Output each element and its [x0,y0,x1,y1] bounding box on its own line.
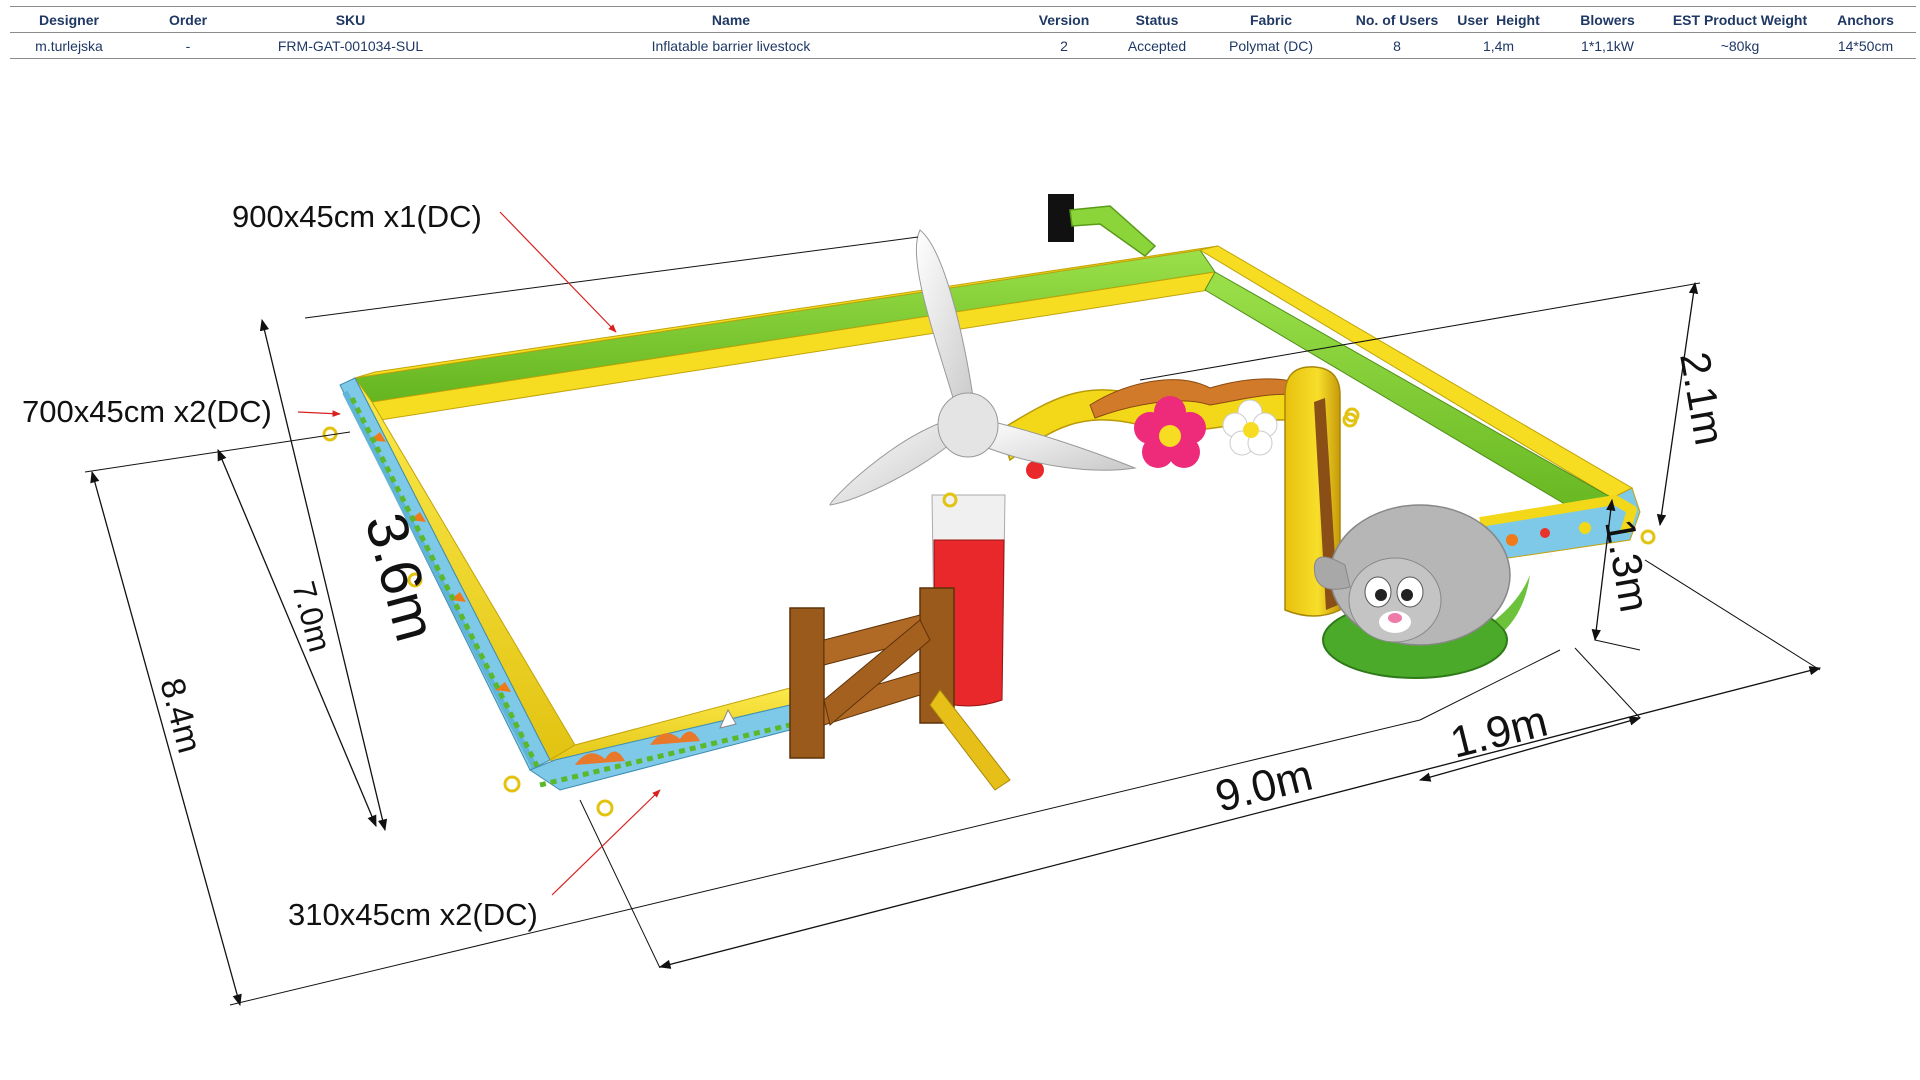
blower-unit [1048,194,1074,242]
blower [1048,194,1157,257]
blower-tube [1069,205,1157,257]
dim-height-total: 2.1m [1671,348,1734,448]
callout-leader-side [297,410,341,417]
anchor-ring [596,799,614,817]
anchor-ring [503,775,521,793]
dim-depth-outer: 8.4m [152,674,208,757]
callout-top-tube: 900x45cm x1(DC) [232,199,482,234]
callout-leader-top [499,211,617,333]
flower-arch [999,366,1358,617]
back-wall-green [355,250,1215,402]
callout-side-tube: 700x45cm x2(DC) [22,394,272,429]
callout-front-tube: 310x45cm x2(DC) [288,897,538,932]
dim-length-front: 9.0m [1211,750,1318,821]
dim-length-right: 1.9m [1446,696,1553,767]
product-drawing: 900x45cm x1(DC) 700x45cm x2(DC) 310x45cm… [22,194,1822,1007]
windmill-blade [829,419,956,506]
dim-depth-inner: 7.0m [285,577,338,655]
back-wall-top-rim [354,245,1219,379]
callout-leaders [297,211,661,896]
windmill-hub [937,392,999,458]
callout-leader-front [551,789,661,896]
gate-post [789,607,825,759]
